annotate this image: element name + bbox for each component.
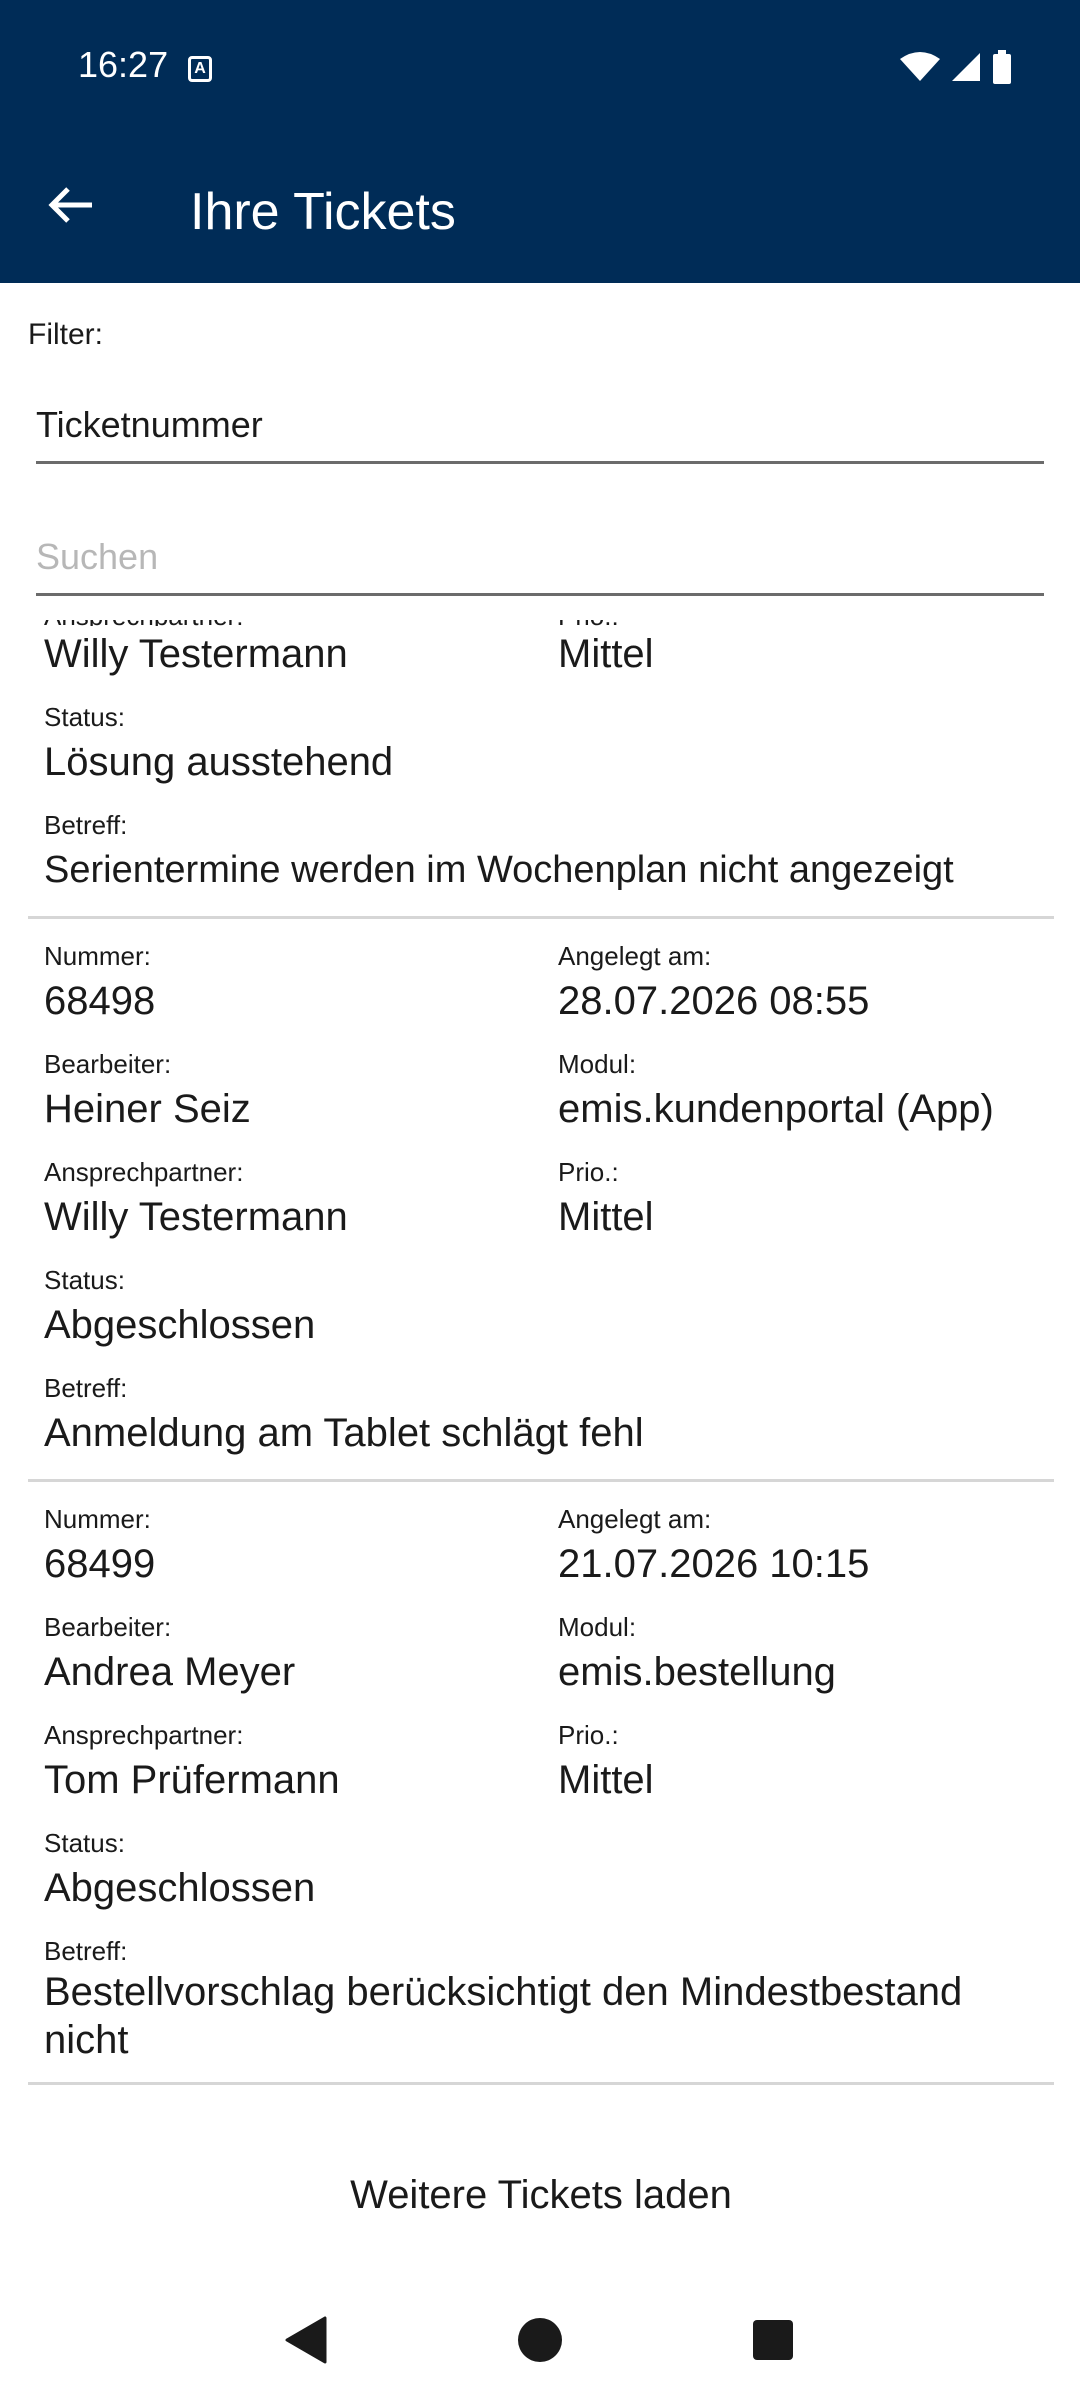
search-field[interactable] [36, 536, 1044, 596]
priority-label: Prio.: [558, 1720, 619, 1750]
filter-type-select[interactable]: Ticketnummer [36, 404, 1044, 464]
contact-label: Ansprechpartner: [44, 1157, 244, 1187]
priority-value: Mittel [558, 632, 654, 676]
module-label: Modul: [558, 1049, 637, 1079]
created-label: Angelegt am: [558, 1504, 712, 1534]
system-nav-bar [0, 2280, 1080, 2400]
contact-value: Willy Testermann [44, 1195, 348, 1239]
search-input[interactable] [36, 536, 1044, 578]
ticket-item[interactable]: Ansprechpartner: Willy Testermann Prio.:… [28, 620, 1054, 919]
number-label: Nummer: [44, 1504, 151, 1534]
subject-label: Betreff: [44, 1373, 128, 1403]
nav-home-button[interactable] [512, 2312, 568, 2368]
filter-label: Filter: [28, 318, 103, 351]
created-value: 28.07.2026 08:55 [558, 979, 870, 1023]
module-value: emis.bestellung [558, 1650, 836, 1694]
status-label: Status: [44, 1828, 125, 1858]
priority-value: Mittel [558, 1758, 654, 1802]
circle-home-icon [517, 2318, 562, 2362]
nav-recents-button[interactable] [745, 2312, 801, 2368]
ticket-item[interactable]: Nummer: 68498 Angelegt am: 28.07.2026 08… [28, 919, 1054, 1482]
editor-label: Bearbeiter: [44, 1612, 172, 1642]
priority-value: Mittel [558, 1195, 654, 1239]
status-label: Status: [44, 1265, 125, 1295]
subject-value: Bestellvorschlag berücksichtigt den Mind… [44, 1970, 963, 2062]
subject-label: Betreff: [44, 1936, 128, 1966]
filter-type-value: Ticketnummer [36, 404, 263, 445]
status-value: Abgeschlossen [44, 1866, 316, 1910]
nav-back-button[interactable] [279, 2312, 335, 2368]
cell-signal-icon [952, 53, 980, 81]
wifi-icon [900, 52, 940, 81]
subject-value: Serientermine werden im Wochenplan nicht… [44, 849, 954, 891]
editor-label: Bearbeiter: [44, 1049, 172, 1079]
status-icons [900, 50, 1012, 84]
page-title: Ihre Tickets [190, 183, 456, 241]
priority-label: Prio.: [558, 1157, 619, 1187]
contact-label: Ansprechpartner: [44, 1720, 244, 1750]
number-value: 68499 [44, 1542, 156, 1586]
square-recents-icon [753, 2320, 794, 2360]
triangle-back-icon [285, 2316, 327, 2364]
subject-label: Betreff: [44, 810, 128, 840]
battery-icon [993, 50, 1011, 84]
number-label: Nummer: [44, 941, 151, 971]
number-value: 68498 [44, 979, 156, 1023]
status-value: Lösung ausstehend [44, 740, 394, 784]
status-time: 16:27 [78, 44, 169, 85]
ticket-item[interactable]: Nummer: 68499 Angelegt am: 21.07.2026 10… [28, 1482, 1054, 2085]
created-value: 21.07.2026 10:15 [558, 1542, 870, 1586]
status-value: Abgeschlossen [44, 1303, 316, 1347]
module-label: Modul: [558, 1612, 637, 1642]
status-label: Status: [44, 702, 125, 732]
back-button[interactable] [36, 170, 106, 240]
app-bar: 16:27 A Ihre Tickets [0, 0, 1080, 283]
load-more-button[interactable]: Weitere Tickets laden [28, 2140, 1054, 2250]
editor-value: Andrea Meyer [44, 1650, 296, 1694]
subject-value: Anmeldung am Tablet schlägt fehl [44, 1411, 644, 1455]
notification-icon: A [188, 56, 212, 82]
ticket-list[interactable]: Ansprechpartner: Willy Testermann Prio.:… [28, 620, 1054, 2132]
contact-value: Tom Prüfermann [44, 1758, 340, 1802]
contact-value: Willy Testermann [44, 632, 348, 676]
editor-value: Heiner Seiz [44, 1087, 251, 1131]
created-label: Angelegt am: [558, 941, 712, 971]
arrow-left-icon [48, 187, 92, 223]
module-value: emis.kundenportal (App) [558, 1087, 994, 1131]
